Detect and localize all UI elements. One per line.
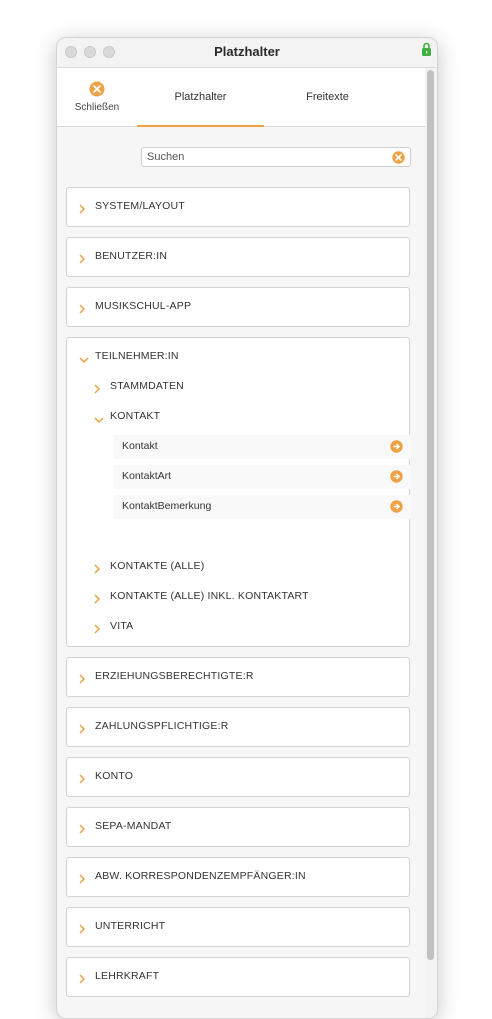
category-unterricht: UNTERRICHT (66, 907, 410, 947)
category-label: ABW. KORRESPONDENZEMPFÄNGER:IN (95, 870, 306, 882)
category-header[interactable]: ERZIEHUNGSBERECHTIGTE:R (79, 667, 399, 687)
field-label: KontaktArt (122, 470, 172, 482)
subcategory-label: KONTAKTE (ALLE) INKL. KONTAKTART (110, 590, 309, 602)
category-label: TEILNEHMER:IN (95, 350, 179, 362)
chevron-right-icon (94, 591, 101, 609)
chevron-right-icon (79, 721, 86, 739)
insert-arrow-icon[interactable] (390, 470, 403, 488)
category-header[interactable]: ABW. KORRESPONDENZEMPFÄNGER:IN (79, 867, 399, 887)
category-header[interactable]: UNTERRICHT (79, 917, 399, 937)
chevron-right-icon (79, 301, 86, 319)
chevron-right-icon (94, 381, 101, 399)
category-teilnehmer: TEILNEHMER:IN STAMMDATEN KONTAKT Kontakt… (66, 337, 411, 647)
subcategory-label: KONTAKTE (ALLE) (110, 560, 205, 572)
title-bar: Platzhalter (57, 38, 437, 68)
chevron-right-icon (79, 771, 86, 789)
category-header[interactable]: ZAHLUNGSPFLICHTIGE:R (79, 717, 399, 737)
category-konto: KONTO (66, 757, 410, 797)
category-lehrkraft: LEHRKRAFT (66, 957, 410, 997)
toolbar: Schließen Platzhalter Freitexte (57, 68, 425, 127)
chevron-right-icon (79, 251, 86, 269)
category-abw-korrespondenzempfaenger: ABW. KORRESPONDENZEMPFÄNGER:IN (66, 857, 410, 897)
subcategory-kontakte-alle[interactable]: KONTAKTE (ALLE) (94, 557, 399, 577)
search-input[interactable] (147, 149, 383, 165)
category-label: SYSTEM/LAYOUT (95, 200, 185, 212)
category-sepa-mandat: SEPA-MANDAT (66, 807, 410, 847)
placeholder-window: Platzhalter Schließen Platzhalter Freite… (56, 37, 438, 1019)
category-label: LEHRKRAFT (95, 970, 160, 982)
chevron-right-icon (94, 621, 101, 639)
chevron-right-icon (79, 201, 86, 219)
subcategory-label: STAMMDATEN (110, 380, 184, 392)
subcategory-kontakte-alle-inkl-kontaktart[interactable]: KONTAKTE (ALLE) INKL. KONTAKTART (94, 587, 399, 607)
close-circle-icon (89, 81, 105, 102)
lock-icon[interactable] (421, 42, 432, 62)
clear-search-icon[interactable] (392, 151, 405, 169)
subcategory-kontakt[interactable]: KONTAKT (94, 407, 399, 427)
category-erziehungsberechtigte: ERZIEHUNGSBERECHTIGTE:R (66, 657, 410, 697)
category-header[interactable]: LEHRKRAFT (79, 967, 399, 987)
category-zahlungspflichtige: ZAHLUNGSPFLICHTIGE:R (66, 707, 410, 747)
category-benutzer: BENUTZER:IN (66, 237, 410, 277)
subcategory-label: KONTAKT (110, 410, 161, 422)
category-label: UNTERRICHT (95, 920, 166, 932)
category-label: BENUTZER:IN (95, 250, 168, 262)
insert-arrow-icon[interactable] (390, 500, 403, 518)
chevron-right-icon (79, 921, 86, 939)
chevron-right-icon (94, 561, 101, 579)
subcategory-stammdaten[interactable]: STAMMDATEN (94, 377, 399, 397)
chevron-right-icon (79, 671, 86, 689)
insert-arrow-icon[interactable] (390, 440, 403, 458)
scrollbar-thumb[interactable] (427, 70, 434, 960)
category-musikschul-app: MUSIKSCHUL-APP (66, 287, 410, 327)
field-kontaktbemerkung[interactable]: KontaktBemerkung (114, 495, 411, 519)
search-field (141, 147, 411, 167)
chevron-right-icon (79, 821, 86, 839)
field-label: Kontakt (122, 440, 158, 452)
close-button[interactable]: Schließen (65, 68, 129, 126)
close-button-label: Schließen (74, 102, 120, 113)
chevron-down-icon (79, 351, 89, 369)
category-header[interactable]: SEPA-MANDAT (79, 817, 399, 837)
field-kontaktart[interactable]: KontaktArt (114, 465, 411, 489)
window-title: Platzhalter (214, 44, 280, 59)
subcategory-vita[interactable]: VITA (94, 617, 399, 637)
category-header[interactable]: BENUTZER:IN (79, 247, 399, 267)
field-label: KontaktBemerkung (122, 500, 212, 512)
category-header[interactable]: SYSTEM/LAYOUT (79, 197, 399, 217)
category-system-layout: SYSTEM/LAYOUT (66, 187, 410, 227)
subcategory-label: VITA (110, 620, 134, 632)
category-header[interactable]: MUSIKSCHUL-APP (79, 297, 399, 317)
category-label: MUSIKSCHUL-APP (95, 300, 192, 312)
category-label: ERZIEHUNGSBERECHTIGTE:R (95, 670, 254, 682)
chevron-right-icon (79, 871, 86, 889)
tab-freitexte[interactable]: Freitexte (264, 68, 391, 126)
field-kontakt[interactable]: Kontakt (114, 435, 411, 459)
vertical-scrollbar[interactable] (425, 68, 437, 1018)
category-label: SEPA-MANDAT (95, 820, 172, 832)
chevron-down-icon (94, 411, 104, 429)
category-label: ZAHLUNGSPFLICHTIGE:R (95, 720, 229, 732)
category-header[interactable]: TEILNEHMER:IN (79, 347, 399, 367)
chevron-right-icon (79, 971, 86, 989)
tab-platzhalter[interactable]: Platzhalter (137, 68, 264, 127)
category-header[interactable]: KONTO (79, 767, 399, 787)
category-label: KONTO (95, 770, 134, 782)
